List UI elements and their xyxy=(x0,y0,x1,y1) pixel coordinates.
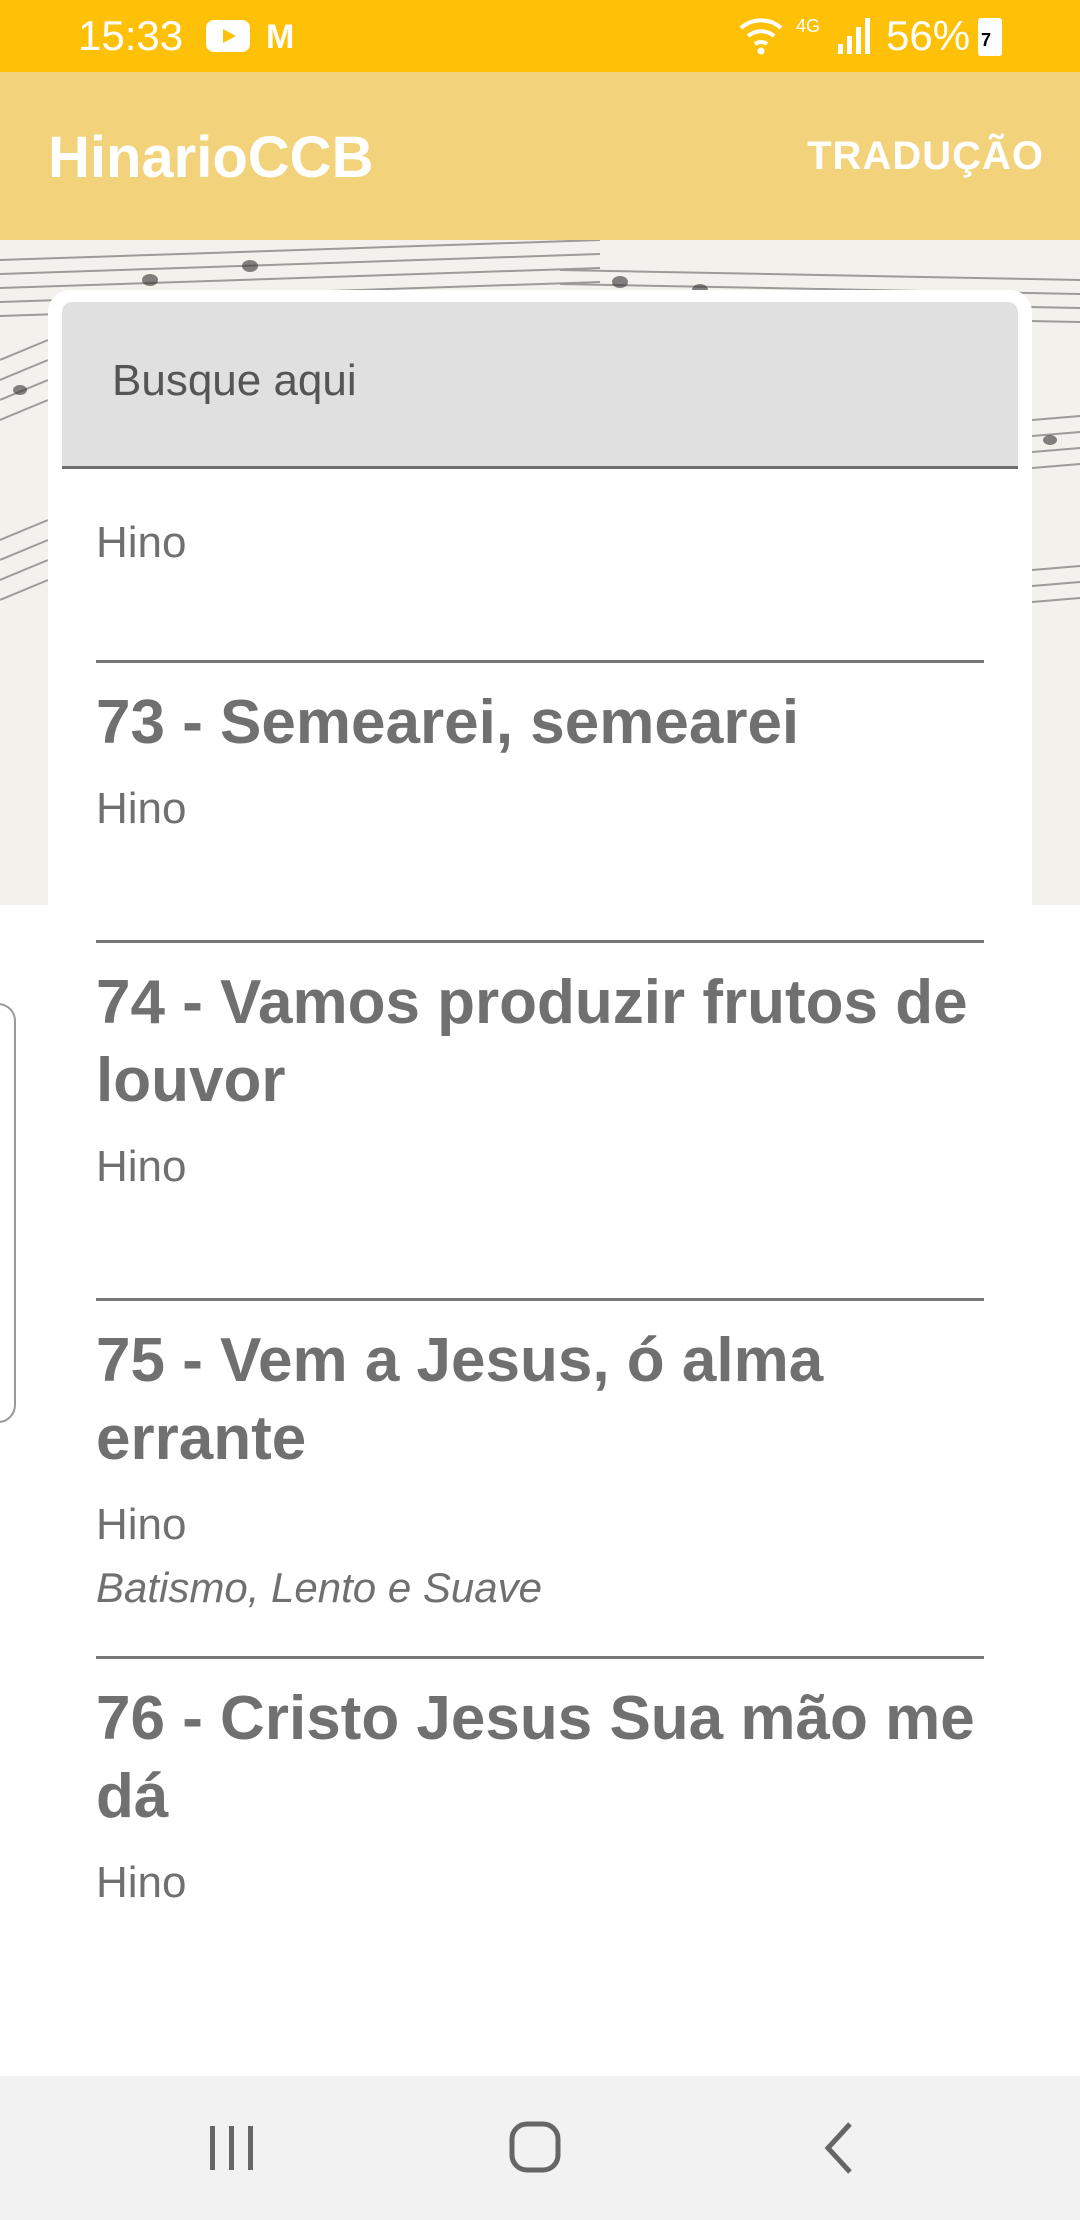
list-item-73[interactable]: 73 - Semearei, semearei Hino xyxy=(96,684,984,834)
battery-badge: 7 xyxy=(981,30,992,50)
item-title: 75 - Vem a Jesus, ó alma errante xyxy=(96,1326,824,1473)
navigation-bar xyxy=(0,2076,1080,2220)
list-item-76[interactable]: 76 - Cristo Jesus Sua mão me dá Hino xyxy=(96,1680,984,1908)
youtube-icon xyxy=(206,20,250,52)
list-item-partial[interactable]: Hino xyxy=(96,518,984,568)
divider xyxy=(96,1656,984,1659)
list-item-74[interactable]: 74 - Vamos produzir frutos de louvor Hin… xyxy=(96,964,984,1192)
item-subtitle: Hino xyxy=(96,784,187,833)
divider xyxy=(96,1298,984,1301)
battery-percent: 56% xyxy=(886,12,971,59)
hymn-list[interactable]: Hino 73 - Semearei, semearei Hino 74 - V… xyxy=(96,466,984,2076)
item-title: 73 - Semearei, semearei xyxy=(96,688,800,757)
recents-icon[interactable] xyxy=(192,2116,272,2180)
divider xyxy=(96,660,984,663)
signal-icon xyxy=(836,14,876,61)
translate-button[interactable]: TRADUÇÃO xyxy=(807,134,1044,179)
item-subtitle: Hino xyxy=(96,1858,187,1907)
battery-icon: 7 xyxy=(978,18,1002,56)
item-subtitle: Hino xyxy=(96,1142,187,1191)
divider xyxy=(96,940,984,943)
gmail-icon: M xyxy=(266,18,295,56)
search-input[interactable]: Busque aqui xyxy=(62,302,1018,469)
home-icon[interactable] xyxy=(496,2116,576,2180)
status-time: 15:33 xyxy=(78,12,184,59)
network-type: 4G xyxy=(796,16,821,36)
back-icon[interactable] xyxy=(800,2116,880,2180)
item-subtitle: Hino xyxy=(96,518,187,567)
item-title: 76 - Cristo Jesus Sua mão me dá xyxy=(96,1684,975,1831)
item-subtitle: Hino xyxy=(96,1500,187,1549)
item-tags: Batismo, Lento e Suave xyxy=(96,1564,542,1611)
item-title: 74 - Vamos produzir frutos de louvor xyxy=(96,968,968,1115)
edge-panel-handle[interactable] xyxy=(0,1003,16,1423)
list-item-75[interactable]: 75 - Vem a Jesus, ó alma errante Hino Ba… xyxy=(96,1322,984,1612)
status-bar: 15:33 M 4G 56% 7 xyxy=(0,0,1080,72)
wifi-icon xyxy=(738,14,784,61)
app-title: HinarioCCB xyxy=(48,125,374,190)
search-placeholder: Busque aqui xyxy=(112,356,357,405)
app-bar: HinarioCCB TRADUÇÃO xyxy=(0,72,1080,240)
